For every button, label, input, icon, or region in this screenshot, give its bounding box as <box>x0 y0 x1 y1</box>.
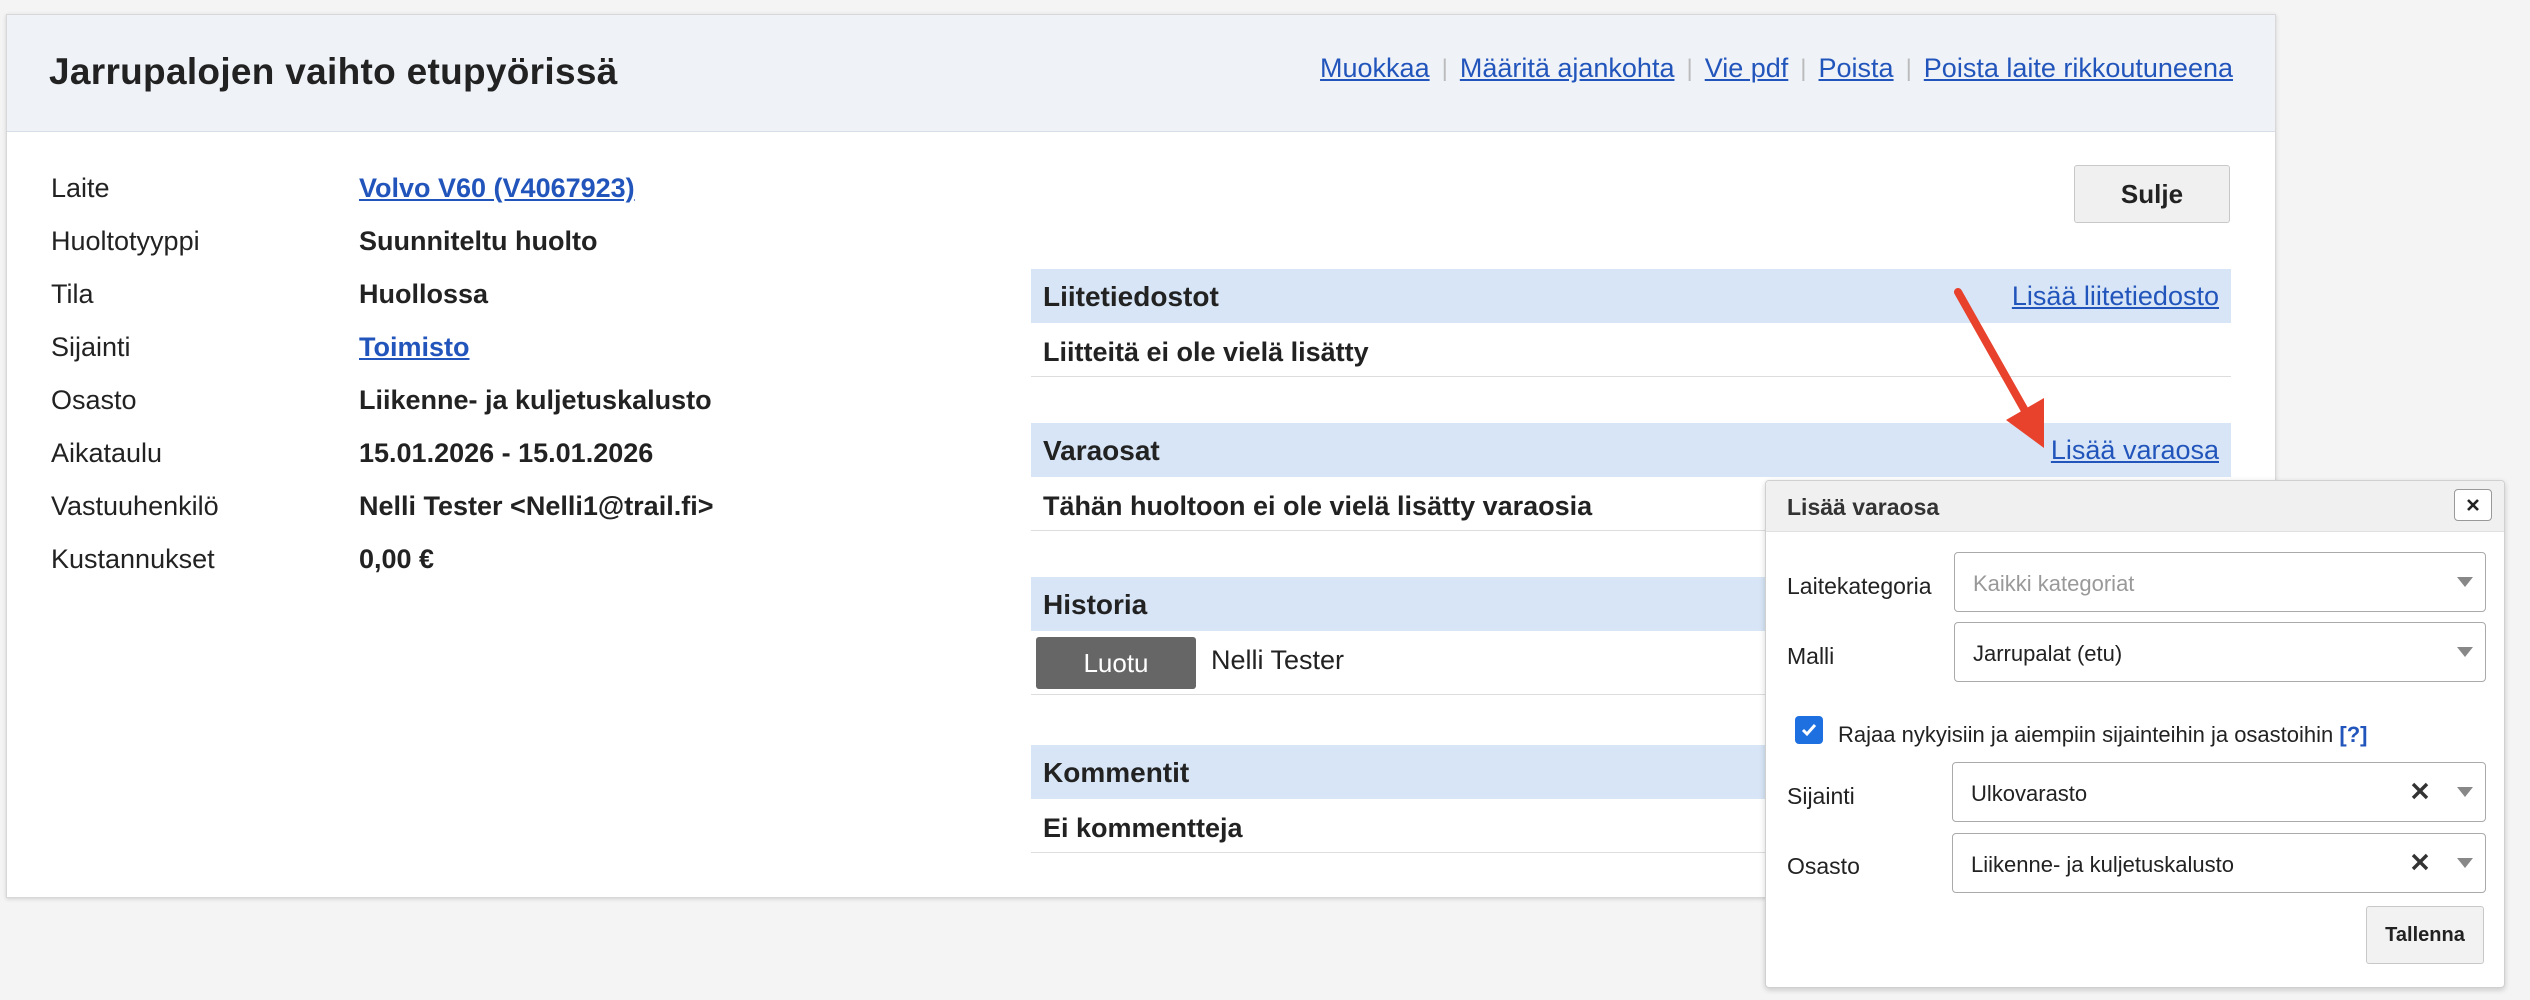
close-popup-button[interactable] <box>2454 489 2492 521</box>
add-part-popup: Lisää varaosa Laitekategoria Kaikki kate… <box>1765 480 2505 988</box>
chevron-down-icon <box>2457 858 2473 868</box>
category-placeholder: Kaikki kategoriat <box>1973 571 2135 596</box>
popup-header: Lisää varaosa <box>1766 481 2504 532</box>
info-label: Kustannukset <box>51 544 215 574</box>
info-label: Huoltotyyppi <box>51 226 200 256</box>
add-part-link[interactable]: Lisää varaosa <box>2051 435 2219 466</box>
chevron-down-icon <box>2457 787 2473 797</box>
history-event-badge: Luotu <box>1036 637 1196 689</box>
section-title: Liitetiedostot <box>1043 281 1219 312</box>
device-link[interactable]: Volvo V60 (V4067923) <box>359 173 635 204</box>
info-label: Vastuuhenkilö <box>51 491 219 521</box>
page-title: Jarrupalojen vaihto etupyörissä <box>49 51 618 92</box>
section-title: Varaosat <box>1043 435 1160 466</box>
section-title: Historia <box>1043 589 1148 620</box>
chevron-down-icon <box>2457 577 2473 587</box>
model-select[interactable]: Jarrupalat (etu) <box>1954 622 2486 682</box>
checkmark-icon <box>1801 724 1817 737</box>
department-label: Osasto <box>1787 853 1860 879</box>
restrict-checkbox[interactable] <box>1795 716 1823 744</box>
history-user: Nelli Tester <box>1211 645 1345 675</box>
info-label: Osasto <box>51 385 137 415</box>
save-button[interactable]: Tallenna <box>2366 906 2484 964</box>
separator: | <box>1686 54 1693 82</box>
comments-empty-text: Ei kommentteja <box>1043 813 1243 843</box>
info-label: Sijainti <box>51 332 131 362</box>
parts-empty-text: Tähän huoltoon ei ole vielä lisätty vara… <box>1043 491 1593 521</box>
schedule-link[interactable]: Määritä ajankohta <box>1460 53 1675 84</box>
close-icon <box>2467 499 2479 511</box>
edit-link[interactable]: Muokkaa <box>1320 53 1430 84</box>
info-label: Aikataulu <box>51 438 163 468</box>
info-value: 15.01.2026 - 15.01.2026 <box>359 438 654 468</box>
action-links: Muokkaa | Määritä ajankohta | Vie pdf | … <box>1320 53 2233 84</box>
close-button[interactable]: Sulje <box>2074 165 2230 223</box>
location-select[interactable]: Ulkovarasto <box>1952 762 2486 822</box>
delete-link[interactable]: Poista <box>1819 53 1894 84</box>
info-label: Tila <box>51 279 94 309</box>
info-value: Huollossa <box>359 279 489 309</box>
separator: | <box>1441 54 1448 82</box>
info-value: Liikenne- ja kuljetuskalusto <box>359 385 712 415</box>
model-value: Jarrupalat (etu) <box>1973 641 2123 666</box>
info-value: 0,00 € <box>359 544 435 574</box>
info-value: Nelli Tester <Nelli1@trail.fi> <box>359 491 714 521</box>
annotation-arrow <box>1954 288 2044 448</box>
separator: | <box>1905 54 1912 82</box>
model-label: Malli <box>1787 643 1835 669</box>
location-link[interactable]: Toimisto <box>359 332 470 363</box>
section-title: Kommentit <box>1043 757 1190 788</box>
help-link[interactable]: [?] <box>2339 722 2367 747</box>
category-label: Laitekategoria <box>1787 573 1932 599</box>
remove-broken-link[interactable]: Poista laite rikkoutuneena <box>1924 53 2233 84</box>
category-select[interactable]: Kaikki kategoriat <box>1954 552 2486 612</box>
department-value: Liikenne- ja kuljetuskalusto <box>1971 852 2234 877</box>
location-value: Ulkovarasto <box>1971 781 2088 806</box>
clear-icon[interactable] <box>2409 851 2431 873</box>
separator: | <box>1800 54 1807 82</box>
restrict-label-text: Rajaa nykyisiin ja aiempiin sijainteihin… <box>1838 722 2334 747</box>
location-label: Sijainti <box>1787 783 1855 809</box>
card-header: Jarrupalojen vaihto etupyörissä Muokkaa … <box>7 15 2275 132</box>
department-select[interactable]: Liikenne- ja kuljetuskalusto <box>1952 833 2486 893</box>
info-value: Suunniteltu huolto <box>359 226 598 256</box>
export-pdf-link[interactable]: Vie pdf <box>1705 53 1789 84</box>
restrict-label: Rajaa nykyisiin ja aiempiin sijainteihin… <box>1838 722 2367 748</box>
chevron-down-icon <box>2457 647 2473 657</box>
info-label: Laite <box>51 173 110 203</box>
clear-icon[interactable] <box>2409 780 2431 802</box>
attachments-empty-text: Liitteitä ei ole vielä lisätty <box>1043 337 1369 367</box>
popup-title: Lisää varaosa <box>1787 494 1940 520</box>
